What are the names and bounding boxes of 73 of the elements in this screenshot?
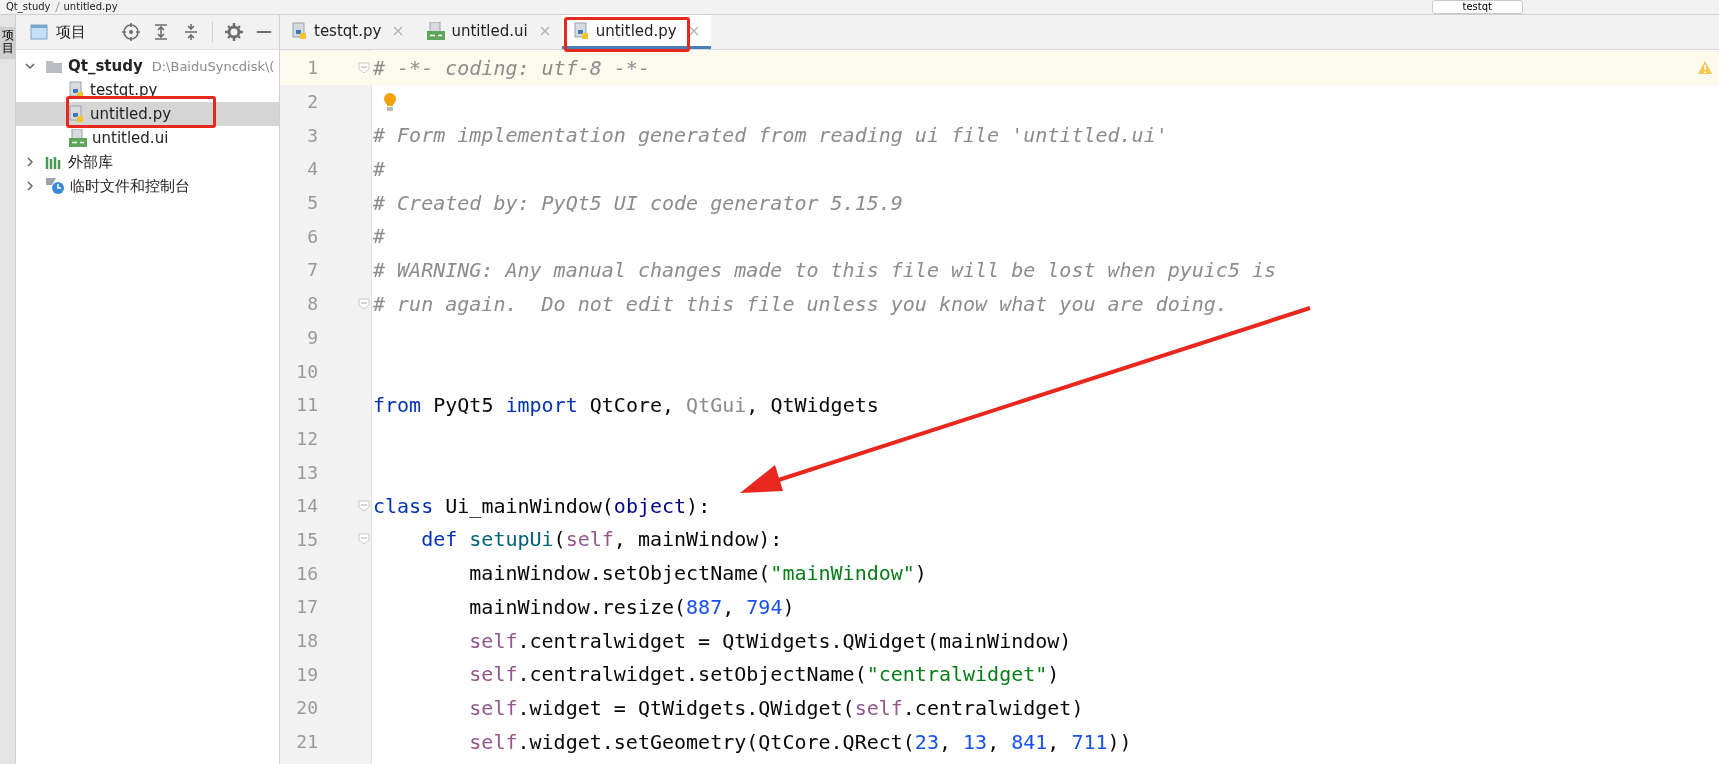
python-file-icon — [69, 81, 85, 99]
library-icon — [45, 154, 63, 170]
tree-item[interactable]: untitled.py — [16, 102, 279, 126]
line-number: 11 — [295, 394, 318, 416]
chevron-right-icon — [24, 156, 36, 168]
locate-icon[interactable] — [122, 23, 140, 41]
code-line: # — [373, 156, 386, 181]
line-number: 18 — [295, 630, 318, 652]
breadcrumb-item[interactable]: untitled.py — [63, 1, 118, 13]
line-number: 21 — [295, 731, 318, 753]
line-number: 4 — [306, 158, 318, 180]
code-line: self.centralwidget = QtWidgets.QWidget(mainWindow) — [469, 628, 1072, 653]
line-number: 19 — [295, 663, 318, 685]
code-line: # Form implementation generated from reading ui file 'untitled.ui' — [373, 123, 1168, 148]
code-line: from PyQt5 import QtCore, QtGui, QtWidgets — [373, 392, 879, 417]
folder-path: D:\BaiduSyncdisk\( — [151, 58, 275, 74]
breadcrumb-item[interactable]: Qt_study — [6, 1, 51, 13]
python-file-icon — [69, 105, 85, 123]
code-line: self.centralwidget.setObjectName("centralwidget") — [469, 662, 1060, 687]
line-number: 9 — [306, 326, 318, 348]
close-icon — [688, 25, 699, 36]
python-file-icon — [573, 21, 590, 40]
expand-all-icon[interactable] — [152, 23, 170, 41]
line-number: 3 — [306, 124, 318, 146]
line-number: 6 — [306, 225, 318, 247]
code-line: mainWindow.resize(887, 794) — [469, 594, 795, 619]
line-number: 2 — [306, 91, 318, 113]
line-number: 12 — [295, 427, 318, 449]
tree-item[interactable]: 外部库 — [16, 150, 279, 174]
close-icon — [539, 25, 550, 36]
line-number: 10 — [295, 360, 318, 382]
tree-item[interactable]: Qt_study D:\BaiduSyncdisk\( — [16, 54, 279, 78]
code-line: # WARNING: Any manual changes made to this file will be lost when pyuic5 is — [373, 257, 1277, 282]
project-tool-tab[interactable]: 项目 — [0, 27, 15, 60]
line-number: 20 — [295, 697, 318, 719]
qt-file-icon — [69, 129, 87, 147]
chevron-down-icon — [24, 60, 36, 72]
line-number: 17 — [295, 596, 318, 618]
tree-item[interactable]: untitled.ui — [16, 126, 279, 150]
code-line: # run again. Do not edit this file unless you know what you are doing. — [373, 291, 1228, 316]
line-number: 14 — [295, 495, 318, 517]
collapse-all-icon[interactable] — [182, 23, 200, 41]
scratch-file-icon — [45, 177, 65, 195]
python-file-icon — [292, 21, 308, 40]
warning-icon — [1697, 60, 1713, 76]
line-number: 7 — [306, 259, 318, 281]
settings-icon[interactable] — [225, 23, 243, 41]
lightbulb-icon — [383, 91, 397, 112]
code-line: # Created by: PyQt5 UI code generator 5.15.9 — [373, 190, 903, 215]
folder-icon — [45, 58, 63, 74]
close-icon — [393, 25, 404, 36]
tree-item[interactable]: testqt.py — [16, 78, 279, 102]
line-number: 16 — [295, 562, 318, 584]
run-config-dropdown[interactable]: testqt — [1431, 0, 1523, 14]
code-line: self.widget.setGeometry(QtCore.QRect(23, 13, 841, 711)) — [469, 729, 1132, 754]
code-line: self.widget = QtWidgets.QWidget(self.centralwidget) — [469, 695, 1084, 720]
line-number: 13 — [295, 461, 318, 483]
tree-item[interactable]: 临时文件和控制台 — [16, 174, 279, 198]
window-icon — [30, 24, 48, 40]
code-line: class Ui_mainWindow(object): — [373, 493, 711, 518]
line-number: 5 — [306, 192, 318, 214]
line-number: 8 — [306, 293, 318, 315]
code-line: # — [373, 224, 386, 249]
project-view-dropdown[interactable]: 项目 — [30, 22, 86, 42]
line-number: 15 — [295, 528, 318, 550]
qt-file-icon — [427, 21, 446, 40]
line-number: 1 — [306, 57, 318, 79]
file-tab[interactable]: testqt.py — [280, 15, 416, 49]
code-line: # -*- coding: utf-8 -*- — [373, 55, 650, 80]
file-tab[interactable]: untitled.ui — [415, 15, 562, 49]
code-line: def setupUi(self, mainWindow): — [421, 527, 783, 552]
chevron-right-icon — [24, 180, 36, 192]
code-line: mainWindow.setObjectName("mainWindow") — [469, 561, 927, 586]
